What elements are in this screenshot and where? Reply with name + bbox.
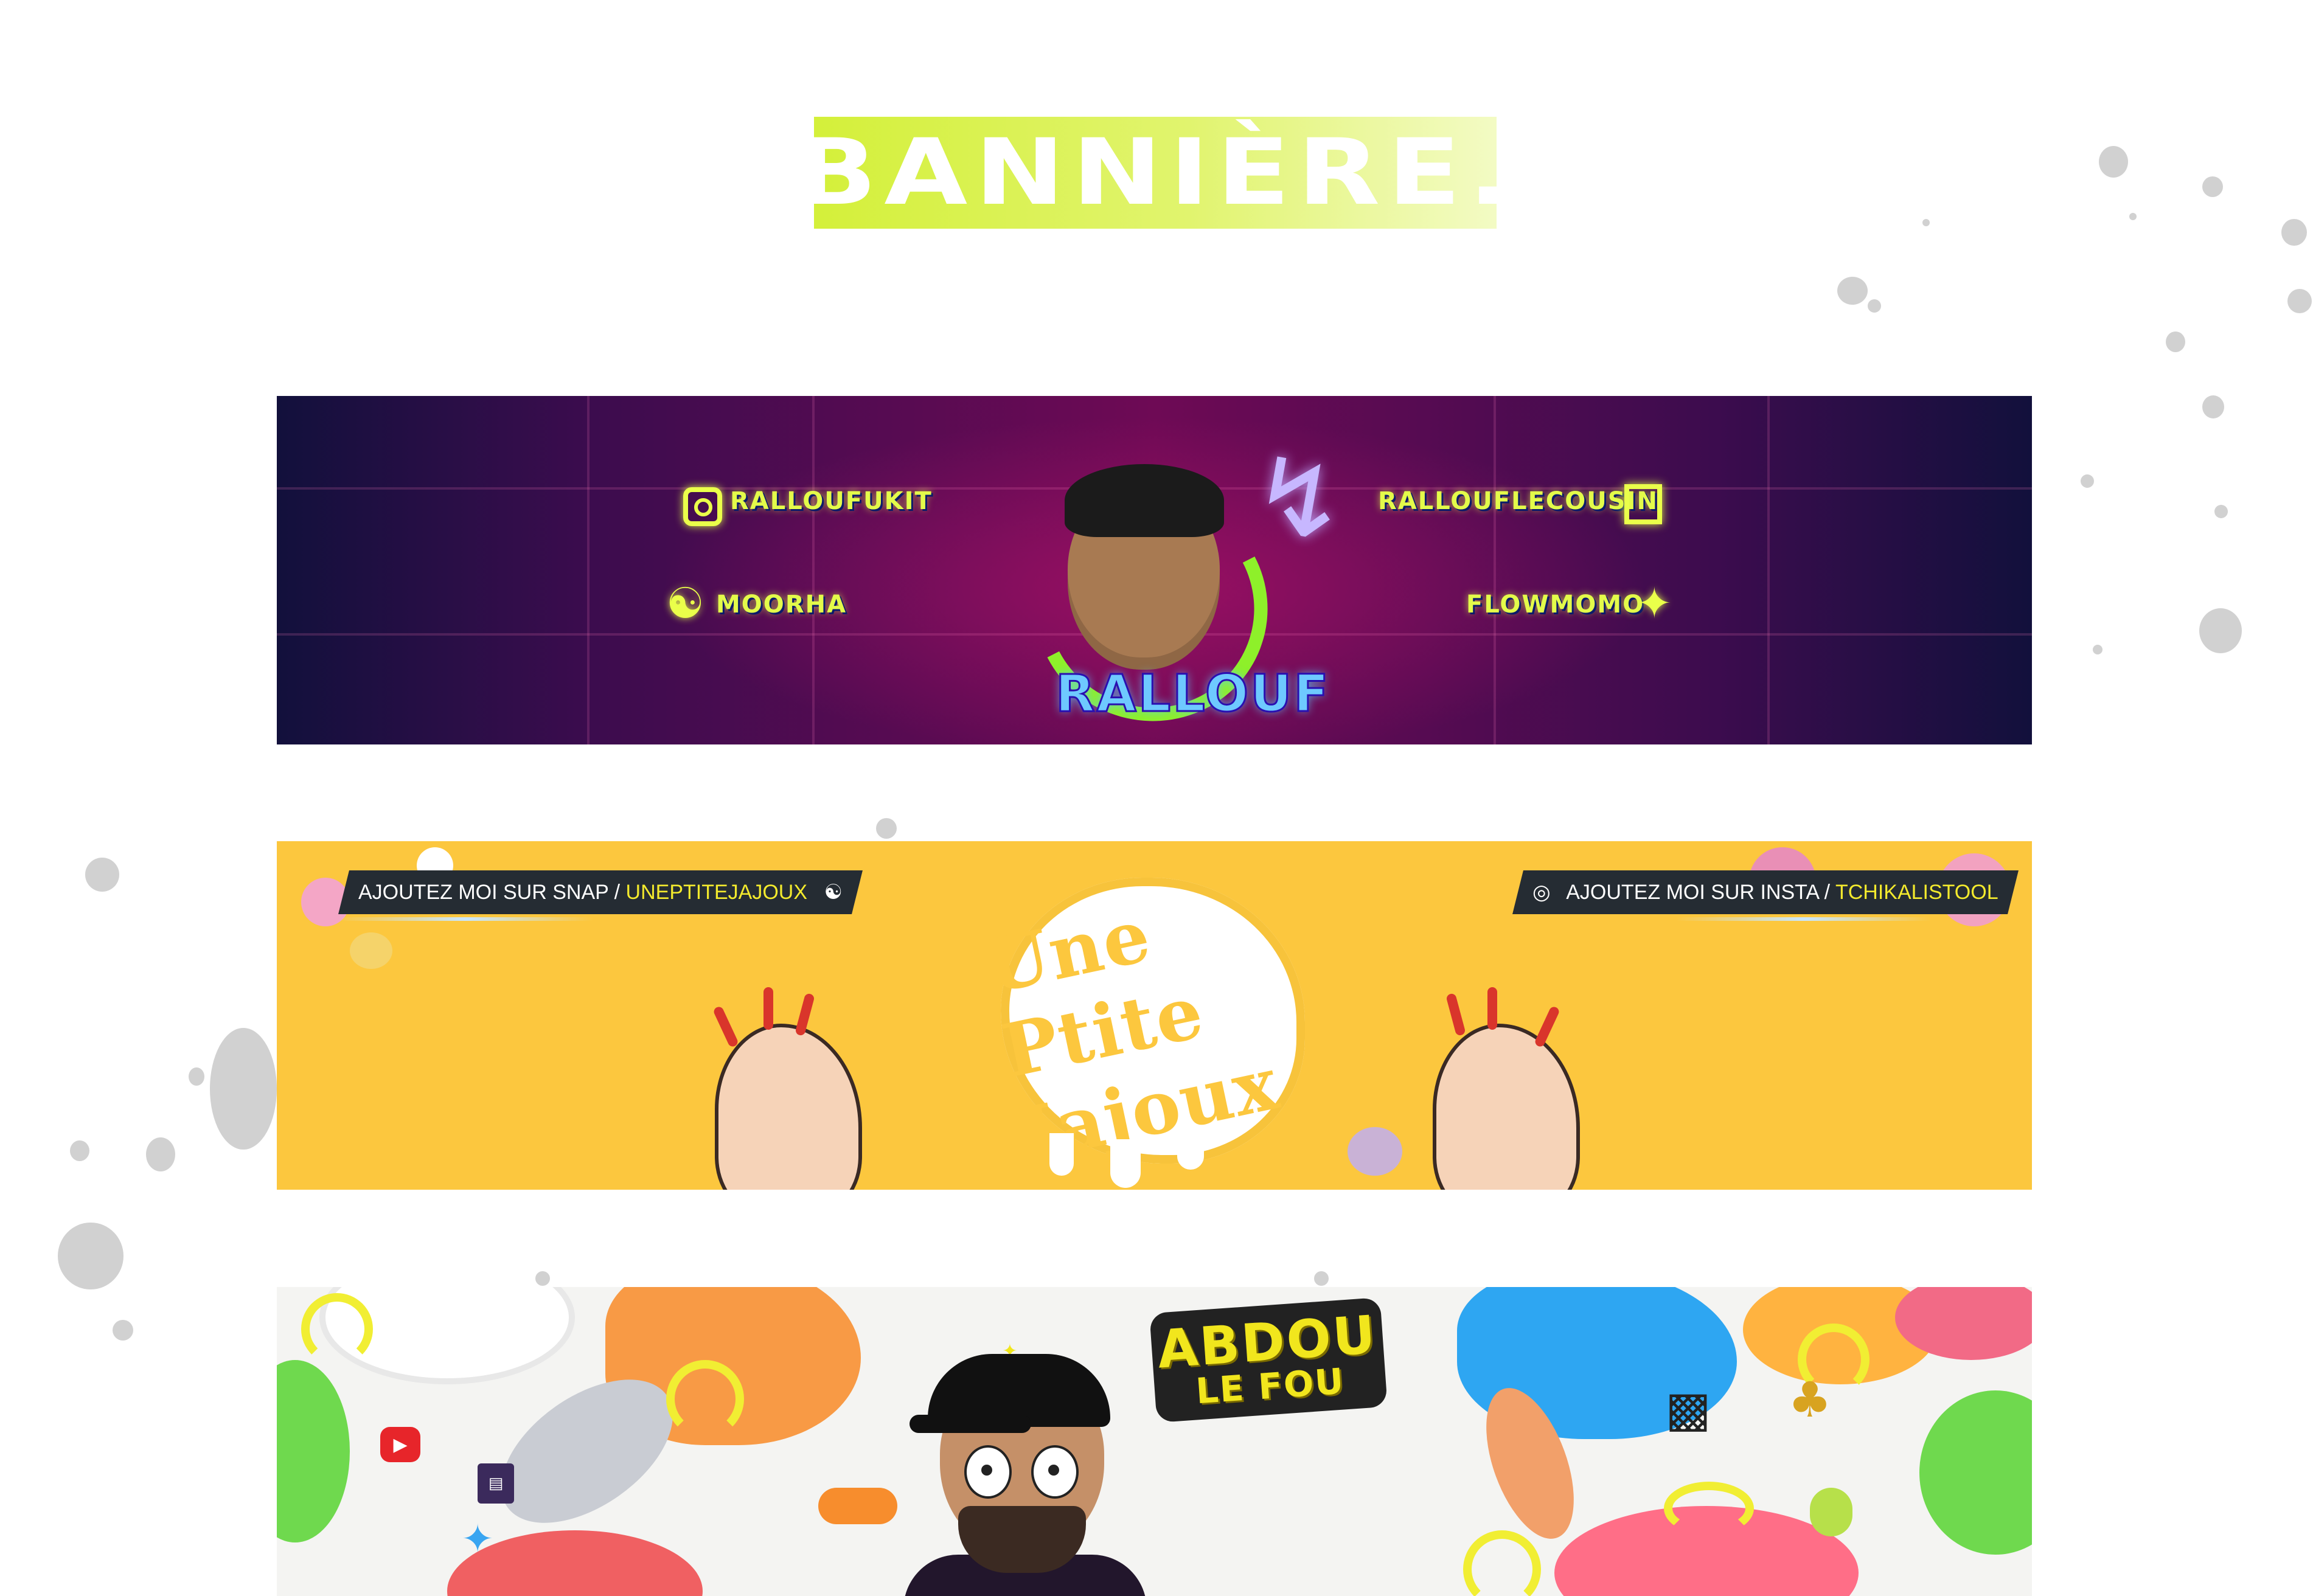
banner-rallouf: RALLOUFUKIT ☯ MOORHA RALLOUFLECOUSIN FLO… — [277, 396, 2032, 744]
character-eye — [1031, 1445, 1079, 1499]
insta-tag-handle: TCHIKALISTOOL — [1835, 881, 1998, 904]
snapchat-icon: ☯ — [666, 578, 704, 628]
abdou-logo: ABDOU LE FOU — [1149, 1297, 1388, 1423]
snap-tag-handle: UNEPTITEJAJOUX — [625, 881, 808, 904]
twitter-icon: ✦ — [461, 1517, 494, 1562]
insta-tag: ◎ AJOUTEZ MOI SUR INSTA / TCHIKALISTOOL — [1512, 870, 2019, 914]
page-title: BANNIÈRE. — [795, 120, 1516, 226]
tag-underline — [1676, 917, 1932, 921]
character-cap-brim — [910, 1415, 1031, 1433]
snap-tag: AJOUTEZ MOI SUR SNAP / UNEPTITEJAJOUX ☯ — [338, 870, 863, 914]
instagram-icon: ◎ — [1532, 881, 1551, 904]
trophy-icon: ♣ — [1788, 1371, 1832, 1428]
right-hand — [1433, 1024, 1580, 1190]
rallouf-logo: RALLOUF — [1055, 663, 1330, 724]
avatar-hair — [1065, 464, 1224, 537]
instagram-handle: RALLOUFUKIT — [730, 487, 933, 515]
snapchat-icon: ☯ — [824, 881, 843, 904]
snap-tag-prefix: AJOUTEZ MOI SUR SNAP / — [358, 881, 626, 904]
gamepad-icon: ▩ — [1665, 1380, 1711, 1437]
ptite-jajoux-logo: Une Ptite Jajoux — [977, 878, 1305, 1178]
character-beard — [958, 1506, 1086, 1573]
left-hand — [715, 1024, 862, 1190]
character-eye — [964, 1445, 1012, 1499]
twitter-handle: FLOWMOMO — [1466, 591, 1645, 619]
twitch-icon — [1624, 484, 1662, 524]
hotdog-graphic — [818, 1488, 897, 1524]
twitch-icon: ▤ — [478, 1463, 514, 1504]
tag-underline — [338, 917, 593, 921]
instagram-icon — [683, 487, 722, 526]
twitter-icon: ✦ — [1636, 578, 1672, 628]
banner-uneptitejajoux: AJOUTEZ MOI SUR SNAP / UNEPTITEJAJOUX ☯ … — [277, 841, 2032, 1190]
logo-text: Une Ptite Jajoux — [977, 892, 1286, 1178]
mouse-icon — [1810, 1488, 1852, 1536]
abdou-logo-line2: LE FOU — [1194, 1360, 1346, 1412]
title-banner: BANNIÈRE. — [795, 117, 1509, 229]
youtube-icon: ▶ — [380, 1427, 420, 1462]
twitch-handle: RALLOUFLECOUSIN — [1378, 487, 1658, 515]
snapchat-handle: MOORHA — [716, 591, 847, 619]
banner-abdou-le-fou: ▶ ▤ ✦ ▩ ♣ ✦ ABDOU LE FOU — [277, 1287, 2032, 1596]
insta-tag-prefix: AJOUTEZ MOI SUR INSTA / — [1566, 881, 1835, 904]
